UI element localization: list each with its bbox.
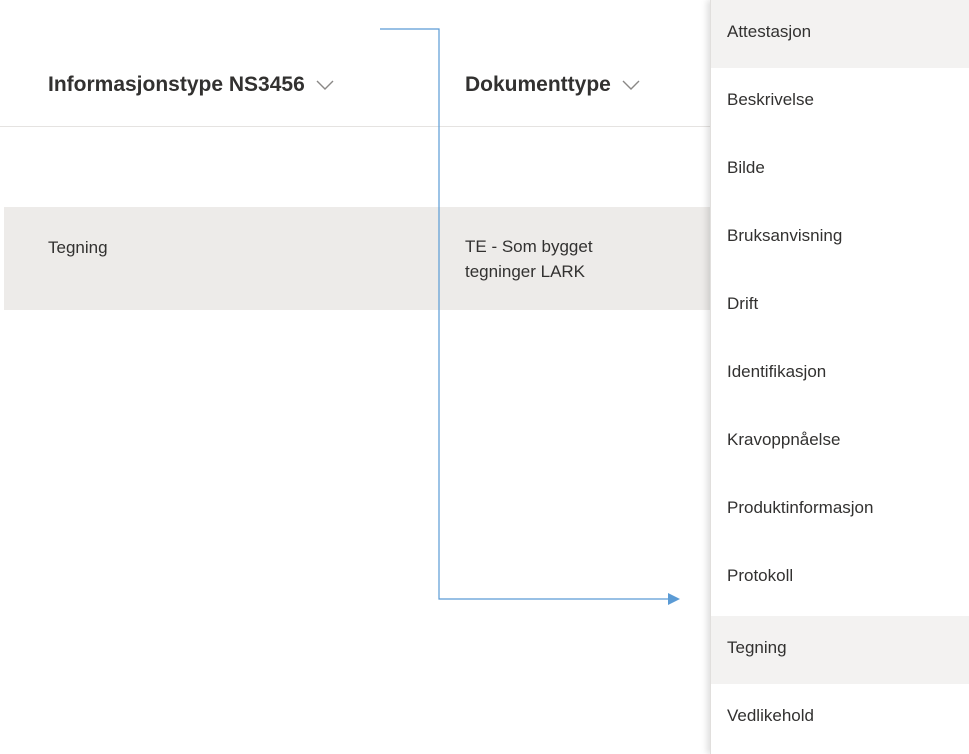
dropdown-item-bruksanvisning[interactable]: Bruksanvisning: [711, 204, 969, 272]
dropdown-item-kravoppnaelse[interactable]: Kravoppnåelse: [711, 408, 969, 476]
cell-informasjonstype: Tegning: [48, 238, 108, 257]
column-header-label: Dokumenttype: [465, 73, 611, 96]
chevron-down-icon: [622, 80, 640, 90]
dropdown-item-identifikasjon[interactable]: Identifikasjon: [711, 340, 969, 408]
dropdown-item-vedlikehold[interactable]: Vedlikehold: [711, 684, 969, 752]
cell-text-line: tegninger LARK: [465, 262, 586, 281]
dropdown-item-beskrivelse[interactable]: Beskrivelse: [711, 68, 969, 136]
dropdown-item-produktinformasjon[interactable]: Produktinformasjon: [711, 476, 969, 544]
column-header-label: Informasjonstype NS3456: [48, 73, 305, 96]
cell-dokumenttype: TE - Som bygget tegninger LARK: [465, 234, 665, 284]
table-row[interactable]: Tegning TE - Som bygget tegninger LARK: [4, 207, 720, 310]
chevron-down-icon: [316, 80, 334, 90]
cell-text-line: TE - Som bygget: [465, 237, 593, 256]
dropdown-item-tegning[interactable]: Tegning: [711, 616, 969, 684]
list-header-row: Informasjonstype NS3456 Dokumenttype: [0, 56, 720, 127]
column-header-dokumenttype[interactable]: Dokumenttype: [465, 73, 641, 97]
column-header-informasjonstype[interactable]: Informasjonstype NS3456: [48, 73, 335, 97]
dropdown-item-drift[interactable]: Drift: [711, 272, 969, 340]
dropdown-item-protokoll[interactable]: Protokoll: [711, 544, 969, 612]
dropdown-item-bilde[interactable]: Bilde: [711, 136, 969, 204]
filter-dropdown-menu: Attestasjon Beskrivelse Bilde Bruksanvis…: [710, 0, 969, 754]
page: Informasjonstype NS3456 Dokumenttype Teg…: [0, 0, 969, 754]
dropdown-item-attestasjon[interactable]: Attestasjon: [711, 0, 969, 68]
